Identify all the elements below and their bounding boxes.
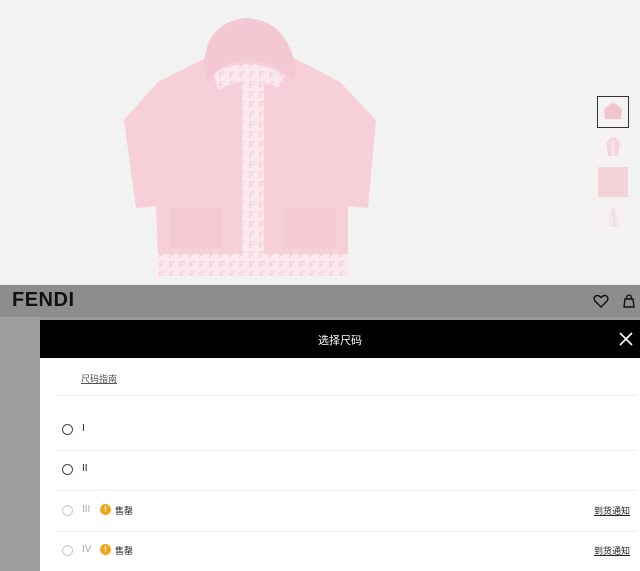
warning-icon: ! — [100, 544, 111, 555]
thumbnail-detail[interactable] — [597, 131, 629, 163]
thumbnail-fabric[interactable] — [597, 166, 629, 198]
sold-out-status: 售罄 — [115, 546, 134, 556]
size-radio — [62, 505, 73, 516]
heart-icon[interactable] — [593, 293, 609, 309]
size-option-3: III ! 售罄 到货通知 — [56, 491, 636, 531]
modal-title: 选择尺码 — [318, 335, 362, 347]
size-radio[interactable] — [62, 464, 73, 475]
size-label: IV — [82, 544, 92, 555]
size-select-modal: 选择尺码 尺码指南 I II III ! 售罄 到货通知 IV ! 售罄 到货通… — [40, 320, 640, 571]
size-label: II — [82, 463, 88, 474]
size-option-4: IV ! 售罄 到货通知 — [56, 531, 636, 571]
size-radio[interactable] — [62, 424, 73, 435]
divider — [56, 395, 636, 396]
bag-icon[interactable] — [621, 293, 637, 309]
notify-me-link[interactable]: 到货通知 — [594, 544, 630, 557]
brand-logo[interactable]: FENDI — [12, 289, 75, 312]
size-option-2[interactable]: II — [56, 450, 636, 490]
size-radio — [62, 545, 73, 556]
size-label: I — [82, 423, 85, 434]
product-image[interactable] — [118, 10, 380, 280]
sold-out-status: 售罄 — [115, 506, 134, 516]
size-guide-link[interactable]: 尺码指南 — [81, 372, 117, 385]
thumbnail-side[interactable] — [597, 201, 629, 233]
overlay-backdrop[interactable] — [0, 317, 40, 571]
header-bar: FENDI — [0, 285, 640, 317]
product-image-area — [0, 0, 640, 285]
thumbnail-front[interactable] — [597, 96, 629, 128]
modal-header: 选择尺码 — [40, 320, 640, 358]
close-icon[interactable] — [616, 329, 636, 349]
thumbnail-list — [597, 96, 633, 236]
notify-me-link[interactable]: 到货通知 — [594, 504, 630, 517]
size-option-1[interactable]: I — [56, 410, 636, 450]
size-label: III — [82, 504, 91, 515]
warning-icon: ! — [100, 504, 111, 515]
